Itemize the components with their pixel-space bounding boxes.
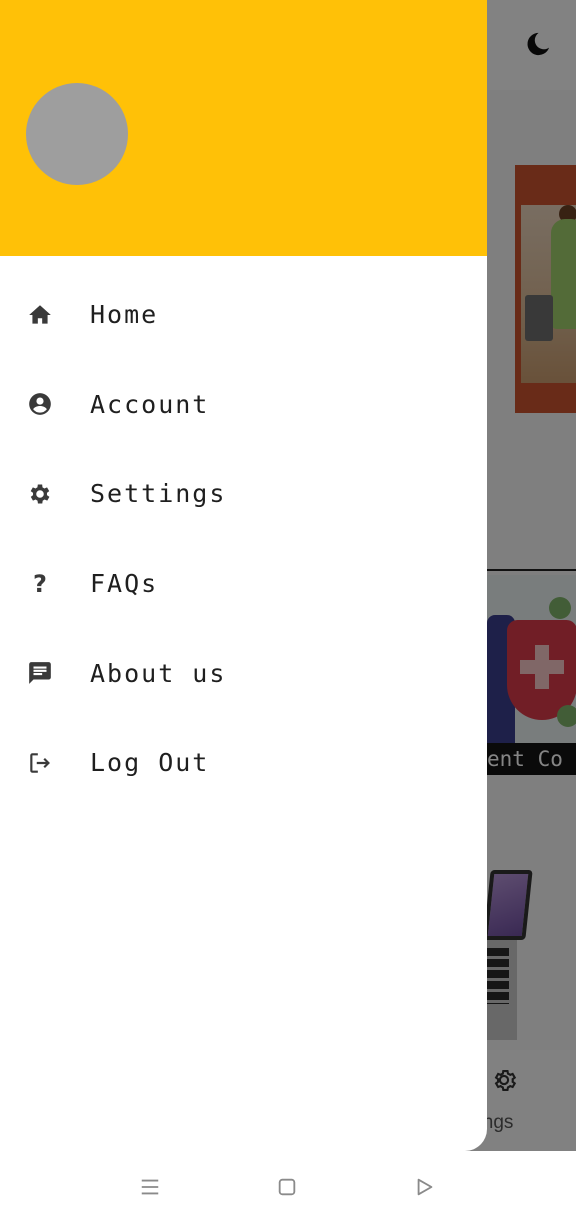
menu-item-label: Log Out: [90, 748, 210, 778]
question-icon: ?: [26, 570, 54, 598]
menu-item-label: Account: [90, 389, 210, 419]
menu-icon[interactable]: [138, 1175, 162, 1199]
home-icon: [26, 301, 54, 329]
menu-item-home[interactable]: Home: [0, 270, 487, 360]
menu-item-label: Home: [90, 300, 159, 330]
menu-item-settings[interactable]: Settings: [0, 449, 487, 539]
menu-item-faqs[interactable]: ? FAQs: [0, 539, 487, 629]
home-square-icon[interactable]: [275, 1175, 299, 1199]
menu-item-label: About us: [90, 658, 227, 688]
menu-item-about-us[interactable]: About us: [0, 628, 487, 718]
menu-item-label: FAQs: [90, 569, 159, 599]
drawer-header: [0, 0, 487, 256]
menu-item-label: Settings: [90, 479, 227, 509]
menu-item-account[interactable]: Account: [0, 360, 487, 450]
gear-icon: [26, 480, 54, 508]
navigation-drawer: Home Account Settings ? FAQs About us Lo…: [0, 0, 487, 1151]
account-circle-icon: [26, 390, 54, 418]
avatar[interactable]: [26, 83, 128, 185]
back-triangle-icon[interactable]: [413, 1175, 437, 1199]
message-icon: [26, 659, 54, 687]
logout-icon: [26, 749, 54, 777]
menu-item-log-out[interactable]: Log Out: [0, 718, 487, 808]
question-glyph: ?: [33, 569, 47, 598]
drawer-menu: Home Account Settings ? FAQs About us Lo…: [0, 270, 487, 808]
system-navigation-bar: [0, 1151, 576, 1222]
